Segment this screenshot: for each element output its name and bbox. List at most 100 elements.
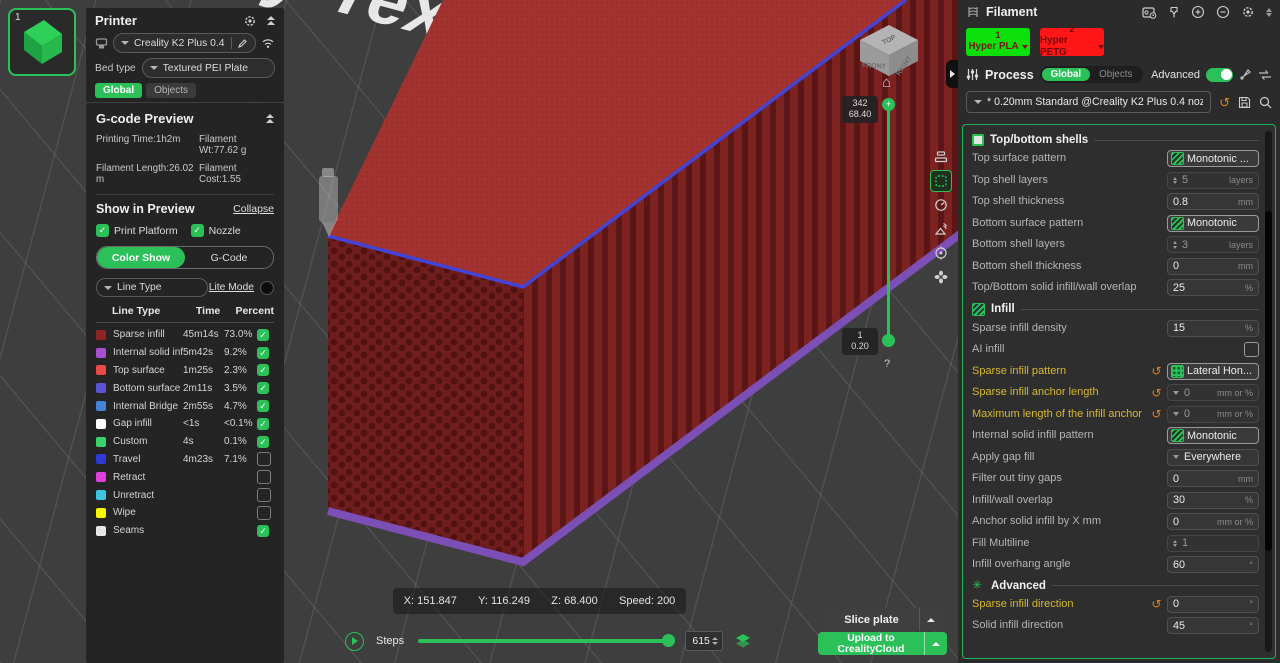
filament-collapse-icon[interactable]	[1266, 8, 1272, 17]
spinner-input[interactable]: 3layers	[1167, 236, 1259, 253]
number-input[interactable]: 0mm	[1167, 470, 1259, 487]
slice-plate-button[interactable]: Slice plate	[824, 608, 942, 631]
advanced-toggle[interactable]	[1206, 68, 1233, 82]
search-preset-icon[interactable]	[1259, 96, 1272, 109]
line-visibility-checkbox[interactable]: ✓	[257, 347, 269, 359]
bed-type-select[interactable]: Textured PEI Plate	[142, 58, 275, 78]
filament-2-dropdown-icon[interactable]	[1098, 45, 1104, 49]
nozzle-icon[interactable]	[1168, 6, 1180, 19]
section-header-infill[interactable]: Infill	[972, 303, 1259, 316]
add-filament-icon[interactable]	[1191, 5, 1205, 19]
fan-view-icon[interactable]	[930, 266, 952, 288]
filament-settings-gear-icon[interactable]	[1241, 5, 1255, 19]
pattern-select[interactable]: Lateral Hon...	[1167, 363, 1259, 380]
filament-1-chip[interactable]: 1 Hyper PLA	[966, 28, 1030, 56]
steps-slider[interactable]	[418, 639, 673, 643]
layer-slider-help[interactable]: ?	[884, 358, 890, 370]
reset-icon[interactable]: ↺	[1150, 597, 1163, 611]
panel-collapse-tab[interactable]	[946, 60, 958, 88]
edit-pencil-icon[interactable]	[237, 38, 248, 49]
lite-mode-toggle[interactable]	[260, 281, 274, 295]
line-visibility-checkbox[interactable]: ✓	[257, 382, 269, 394]
remove-filament-icon[interactable]	[1216, 5, 1230, 19]
home-icon[interactable]: ⌂	[882, 74, 891, 91]
gcode-panel-collapse-icon[interactable]	[266, 114, 274, 123]
steps-slider-thumb[interactable]	[662, 634, 675, 647]
section-header-advanced[interactable]: ✳Advanced	[972, 580, 1259, 592]
layer-slider-bottom-handle[interactable]	[882, 334, 895, 347]
temperature-view-icon[interactable]	[930, 242, 952, 264]
number-input[interactable]: 45°	[1167, 617, 1259, 634]
pattern-select[interactable]: Monotonic ...	[1167, 150, 1259, 167]
dropdown-select[interactable]: Everywhere	[1167, 449, 1259, 466]
tab-global[interactable]: Global	[95, 83, 142, 98]
dropdown-select[interactable]: 0mm or %	[1167, 384, 1259, 401]
wifi-icon[interactable]	[261, 37, 275, 49]
save-preset-icon[interactable]	[1238, 96, 1251, 109]
paint-brush-icon[interactable]	[1239, 68, 1252, 81]
nozzle-checkbox[interactable]: ✓	[191, 224, 204, 237]
print-platform-checkbox[interactable]: ✓	[96, 224, 109, 237]
line-visibility-checkbox[interactable]	[257, 470, 271, 484]
stepper-arrows-icon[interactable]	[1173, 241, 1177, 249]
compare-presets-icon[interactable]	[1258, 69, 1272, 81]
number-input[interactable]: 60°	[1167, 556, 1259, 573]
process-preset-select[interactable]: * 0.20mm Standard @Creality K2 Plus 0.4 …	[966, 91, 1211, 113]
color-show-button[interactable]: Color Show	[97, 247, 185, 268]
number-input[interactable]: 30%	[1167, 492, 1259, 509]
stepper-arrows-icon[interactable]	[1173, 177, 1177, 185]
plate-thumbnail[interactable]: 1	[8, 8, 76, 76]
line-visibility-checkbox[interactable]	[257, 506, 271, 520]
line-visibility-checkbox[interactable]: ✓	[257, 400, 269, 412]
collapse-link[interactable]: Collapse	[233, 203, 274, 215]
pattern-select[interactable]: Monotonic	[1167, 427, 1259, 444]
line-visibility-checkbox[interactable]: ✓	[257, 418, 269, 430]
number-input[interactable]: 25%	[1167, 279, 1259, 296]
settings-scrollbar-thumb[interactable]	[1265, 211, 1272, 551]
settings-scrollbar[interactable]	[1265, 131, 1272, 652]
reset-icon[interactable]: ↺	[1150, 386, 1163, 400]
filament-1-dropdown-icon[interactable]	[1022, 45, 1028, 49]
line-visibility-checkbox[interactable]	[257, 452, 271, 466]
pattern-select[interactable]: Monotonic	[1167, 215, 1259, 232]
section-header-top-bottom-shells[interactable]: Top/bottom shells	[972, 134, 1259, 146]
checkbox[interactable]	[1244, 342, 1259, 357]
stepper-arrows-icon[interactable]	[1173, 540, 1177, 548]
layers-icon[interactable]	[735, 633, 751, 649]
layer-time-view-icon[interactable]	[930, 218, 952, 240]
line-type-select[interactable]: Line Type	[96, 278, 208, 297]
printer-panel-collapse-icon[interactable]	[267, 16, 275, 25]
filament-2-chip[interactable]: 2 Hyper PETG	[1040, 28, 1104, 56]
model-left-face[interactable]	[328, 236, 523, 562]
play-button[interactable]	[345, 632, 364, 651]
dropdown-select[interactable]: 0mm or %	[1167, 406, 1259, 423]
speed-view-icon[interactable]	[930, 194, 952, 216]
process-tab-objects[interactable]: Objects	[1090, 68, 1141, 81]
line-visibility-checkbox[interactable]: ✓	[257, 329, 269, 341]
line-visibility-checkbox[interactable]: ✓	[257, 436, 269, 448]
number-input[interactable]: 0°	[1167, 596, 1259, 613]
spinner-input[interactable]: 1	[1167, 535, 1259, 552]
number-input[interactable]: 0mm	[1167, 258, 1259, 275]
printer-preset-select[interactable]: Creality K2 Plus 0.4 nozzle	[113, 33, 256, 53]
steps-stepper[interactable]	[712, 637, 718, 645]
line-visibility-checkbox[interactable]: ✓	[257, 525, 269, 537]
tab-objects[interactable]: Objects	[146, 83, 196, 98]
layer-slider-top-handle[interactable]: +	[882, 98, 895, 111]
line-type-view-icon[interactable]	[930, 170, 952, 192]
spinner-input[interactable]: 5layers	[1167, 172, 1259, 189]
ams-box-icon[interactable]	[1142, 6, 1157, 19]
g-code-button[interactable]: G-Code	[185, 247, 273, 268]
process-tab-global[interactable]: Global	[1042, 68, 1090, 81]
reset-icon[interactable]: ↺	[1150, 407, 1163, 421]
line-visibility-checkbox[interactable]	[257, 488, 271, 502]
structure-view-icon[interactable]	[930, 146, 952, 168]
upload-crealitycloud-button[interactable]: Upload to CrealityCloud	[818, 632, 947, 655]
preset-reset-icon[interactable]: ↺	[1219, 96, 1230, 109]
number-input[interactable]: 0mm or %	[1167, 513, 1259, 530]
printer-settings-gear-icon[interactable]	[243, 14, 257, 28]
slice-options-arrow[interactable]	[919, 608, 942, 631]
number-input[interactable]: 0.8mm	[1167, 193, 1259, 210]
layer-slider-track[interactable]	[887, 104, 890, 340]
number-input[interactable]: 15%	[1167, 320, 1259, 337]
